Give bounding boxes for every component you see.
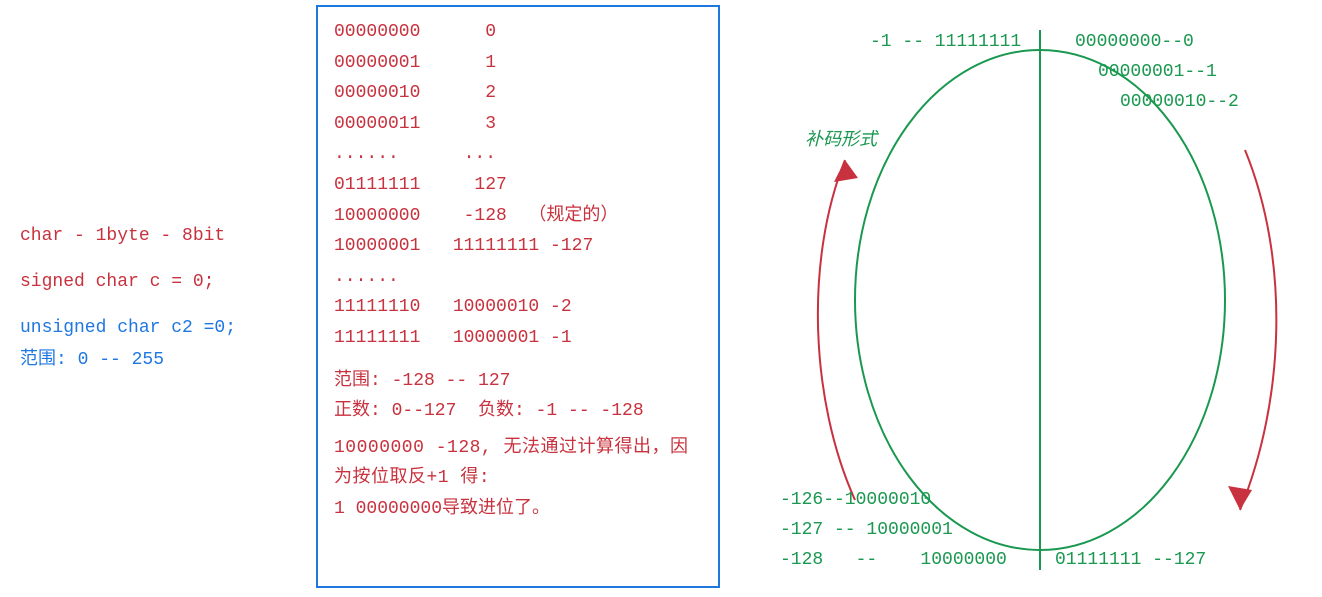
- unsigned-range: 范围: 0 -- 255: [20, 344, 300, 370]
- explain-line: 10000000 -128, 无法通过计算得出，因为按位取反+1 得:: [334, 433, 702, 494]
- table-row: 00000001 1: [334, 48, 702, 79]
- table-row: ......: [334, 262, 702, 293]
- signed-decl: signed char c = 0;: [20, 272, 300, 292]
- label-2: 00000010--2: [1120, 92, 1239, 112]
- label-127: 01111111 --127: [1055, 550, 1206, 570]
- label-1: 00000001--1: [1098, 62, 1217, 82]
- table-row: 00000000 0: [334, 17, 702, 48]
- table-row: 11111111 10000001 -1: [334, 323, 702, 354]
- unsigned-decl: unsigned char c2 =0;: [20, 318, 300, 338]
- complement-circle-diagram: 补码形式 -1 -- 11111111 00000000--0 00000001…: [750, 0, 1320, 597]
- table-row: 01111111 127: [334, 170, 702, 201]
- table-row: 00000010 2: [334, 78, 702, 109]
- table-row: 10000000 -128 （规定的）: [334, 201, 702, 232]
- complement-table-box: 00000000 0 00000001 1 00000010 2 0000001…: [316, 5, 720, 588]
- spacer: [334, 354, 702, 366]
- label-neg127: -127 -- 10000001: [780, 520, 953, 540]
- spacer: [20, 252, 300, 266]
- table-row: 00000011 3: [334, 109, 702, 140]
- char-info: char - 1byte - 8bit: [20, 226, 300, 246]
- label-neg126: -126--10000010: [780, 490, 931, 510]
- left-panel: char - 1byte - 8bit signed char c = 0; u…: [20, 220, 300, 376]
- label-neg128: -128 -- 10000000: [780, 550, 1007, 570]
- table-row: ...... ...: [334, 139, 702, 170]
- spacer: [20, 298, 300, 312]
- table-row: 11111110 10000010 -2: [334, 292, 702, 323]
- range-line: 范围: -128 -- 127: [334, 366, 702, 397]
- table-row: 10000001 11111111 -127: [334, 231, 702, 262]
- diagram-title: 补码形式: [805, 125, 877, 151]
- explain-line: 正数: 0--127 负数: -1 -- -128: [334, 396, 702, 427]
- label-neg1: -1 -- 11111111: [870, 32, 1021, 52]
- explain-line: 1 00000000导致进位了。: [334, 494, 702, 525]
- label-0: 00000000--0: [1075, 32, 1194, 52]
